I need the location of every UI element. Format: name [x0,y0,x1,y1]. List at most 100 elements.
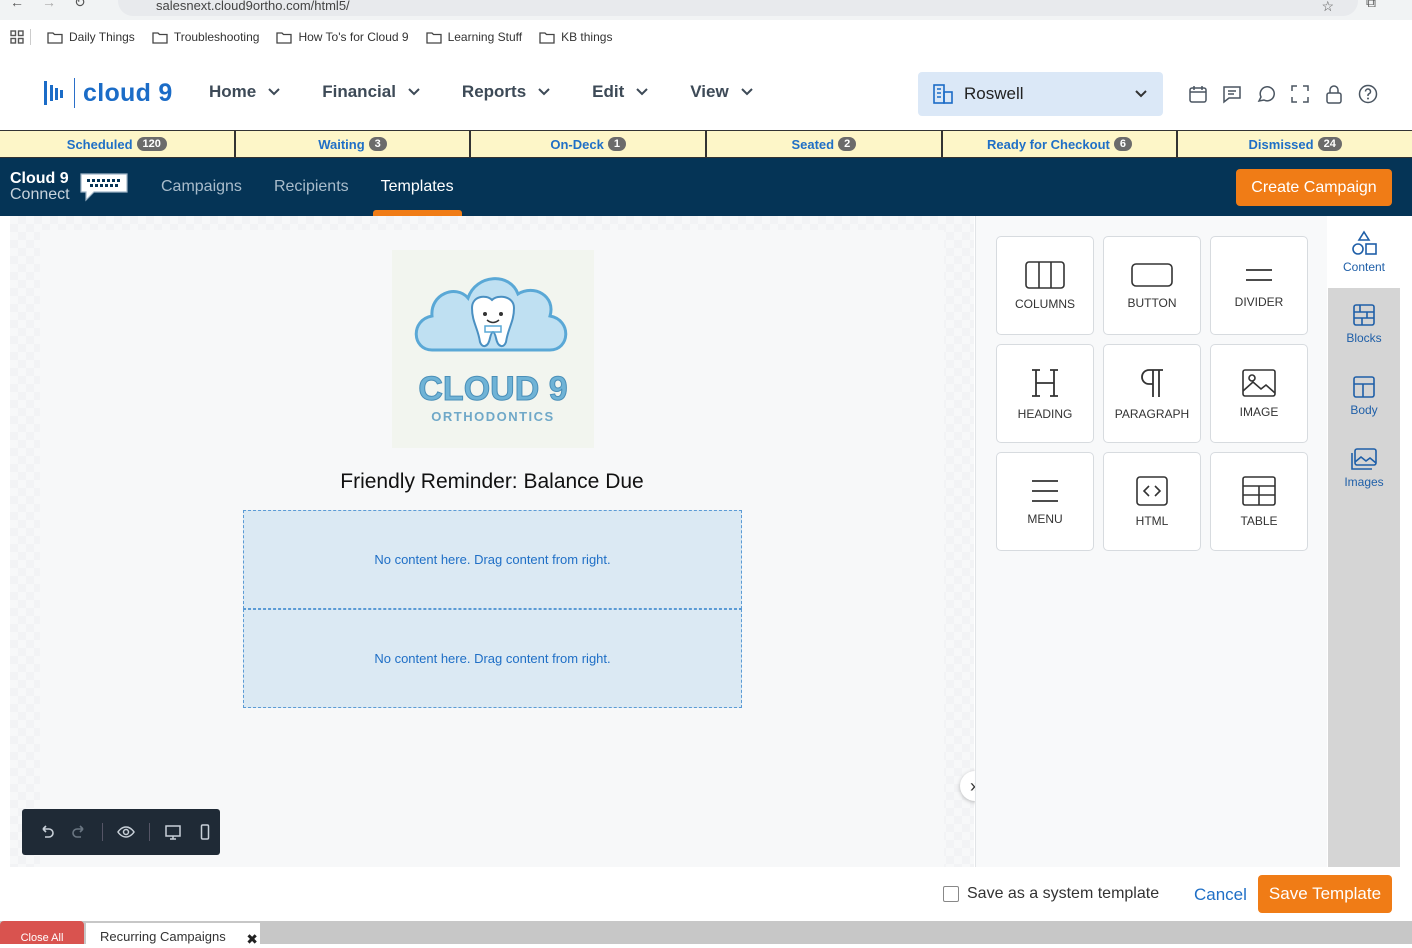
cancel-button[interactable]: Cancel [1194,885,1247,905]
bookmark-daily-things[interactable]: Daily Things [47,30,135,44]
bookmark-learning-stuff[interactable]: Learning Stuff [425,30,522,44]
url-text[interactable]: salesnext.cloud9ortho.com/html5/ [156,0,350,13]
mobile-view-icon[interactable] [196,823,214,841]
forward-icon[interactable]: → [42,0,56,11]
status-count-badge: 2 [838,137,857,151]
tool-label: DIVIDER [1234,294,1284,309]
calendar-icon[interactable] [1188,84,1208,104]
sidebar-content[interactable]: Content [1328,216,1400,288]
address-bar[interactable]: salesnext.cloud9ortho.com/html5/ ☆ [118,0,1358,16]
nav-reports[interactable]: Reports [462,82,550,102]
location-select[interactable]: Roswell [918,72,1163,116]
tool-label: BUTTON [1127,295,1177,310]
folder-icon [539,31,555,44]
lock-icon[interactable] [1324,84,1344,104]
table-icon [1242,475,1276,506]
editor-toolbar [22,809,220,855]
tool-label: HTML [1135,513,1169,528]
empty-dropzone[interactable]: No content here. Drag content from right… [243,609,742,708]
close-all-button[interactable]: Close All [0,921,84,944]
status-label: Waiting [318,136,365,152]
paragraph-icon [1141,368,1163,397]
chevron-down-icon [408,88,420,96]
bookmark-how-tos[interactable]: How To's for Cloud 9 [276,30,409,44]
nav-label: Financial [322,82,396,101]
preview-eye-icon[interactable] [117,823,135,841]
bookmark-troubleshooting[interactable]: Troubleshooting [152,30,259,44]
nav-label: Reports [461,82,527,101]
tool-menu[interactable]: MENU [996,452,1094,551]
close-tab-icon[interactable]: ✖ [246,931,258,948]
chat-bubbles-icon[interactable] [1256,84,1276,104]
tool-paragraph[interactable]: PARAGRAPH [1103,344,1201,443]
status-dismissed[interactable]: Dismissed 24 [1178,131,1412,157]
patient-status-strip: Scheduled 120 Waiting 3 On-Deck 1 Seated 2 R… [0,130,1412,158]
undo-icon[interactable] [38,823,56,841]
status-waiting[interactable]: Waiting 3 [236,131,472,157]
toolbar-divider [102,823,103,841]
status-ready-for-checkout[interactable]: Ready for Checkout 6 [943,131,1179,157]
tab-templates[interactable]: Templates [372,178,462,216]
status-label: On-Deck [550,136,604,152]
status-seated[interactable]: Seated 2 [707,131,943,157]
sidebar-blocks[interactable]: Blocks [1328,288,1400,360]
location-name: Roswell [964,84,1024,103]
tool-label: MENU [1027,511,1063,526]
fullscreen-icon[interactable] [1290,84,1310,104]
heading-icon [1032,368,1058,397]
email-heading[interactable]: Friendly Reminder: Balance Due [40,470,944,494]
cloud9-orthodontics-logo[interactable]: CLOUD 9 ORTHODONTICS [392,250,594,448]
nav-edit[interactable]: Edit [592,82,648,102]
chevron-down-icon [740,88,753,96]
image-icon [1242,368,1276,397]
message-icon[interactable] [1222,84,1242,104]
status-scheduled[interactable]: Scheduled 120 [0,131,236,157]
tool-columns[interactable]: COLUMNS [996,236,1094,335]
nav-label: Edit [592,82,625,101]
tool-html[interactable]: HTML [1103,452,1201,551]
sidebar-images[interactable]: Images [1328,432,1400,504]
back-icon[interactable]: ← [10,0,24,11]
status-count-badge: 24 [1317,137,1342,151]
layout-icon [1353,376,1375,398]
tab-campaigns[interactable]: Campaigns [161,178,242,196]
nav-financial[interactable]: Financial [322,82,420,102]
editor-sidebar: Content Blocks Body Images [1328,216,1400,867]
chat-bubble-icon [80,173,128,202]
cloud9-logo[interactable]: cloud 9 [44,78,173,108]
tool-table[interactable]: TABLE [1210,452,1308,551]
reload-icon[interactable]: ↻ [74,0,86,11]
system-template-option[interactable]: Save as a system template [943,885,1159,903]
nav-home[interactable]: Home [209,82,280,102]
folder-icon [152,31,168,44]
nav-view[interactable]: View [690,82,753,102]
tab-recipients[interactable]: Recipients [274,178,349,196]
bookmark-star-icon[interactable]: ☆ [1321,0,1334,15]
logo-text: cloud 9 [83,78,173,107]
apps-grid-icon[interactable] [10,30,24,44]
empty-dropzone[interactable]: No content here. Drag content from right… [243,510,742,609]
open-tab-recurring-campaigns[interactable]: Recurring Campaigns ✖ [86,923,260,947]
desktop-view-icon[interactable] [164,823,182,841]
tool-image[interactable]: IMAGE [1210,344,1308,443]
bookmark-kb-things[interactable]: KB things [539,30,612,44]
logo-wordmark: CLOUD 9 [418,370,567,408]
tool-button[interactable]: BUTTON [1103,236,1201,335]
tool-heading[interactable]: HEADING [996,344,1094,443]
columns-icon [1025,260,1065,289]
logo-bars-icon [44,81,63,105]
extensions-icon[interactable]: ⧉ [1366,0,1376,11]
create-campaign-button[interactable]: Create Campaign [1236,169,1392,206]
system-template-checkbox[interactable] [943,886,959,902]
save-template-button[interactable]: Save Template [1258,875,1392,913]
help-icon[interactable] [1358,84,1378,104]
tool-divider[interactable]: DIVIDER [1210,236,1308,335]
scrollbar[interactable] [1400,216,1412,867]
header-icons [1188,84,1378,104]
editor-footer: Save as a system template Cancel Save Te… [0,867,1412,921]
chevron-down-icon [636,88,648,96]
status-on-deck[interactable]: On-Deck 1 [471,131,708,157]
connect-logo-line2: Connect [10,186,70,203]
sidebar-body[interactable]: Body [1328,360,1400,432]
redo-icon[interactable] [70,823,88,841]
